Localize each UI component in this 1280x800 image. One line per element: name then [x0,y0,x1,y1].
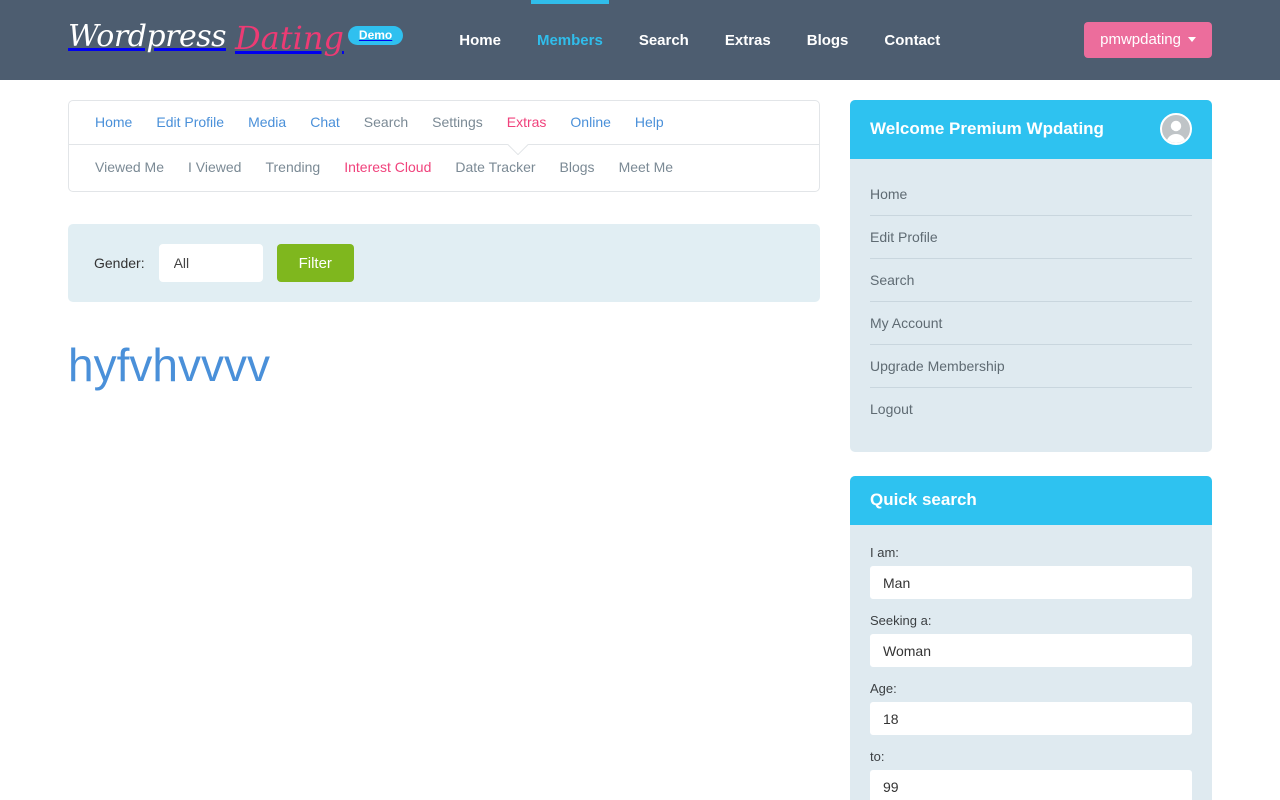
sidebar-item-my-account[interactable]: My Account [870,302,1192,344]
tab-online[interactable]: Online [558,111,622,133]
gender-select[interactable]: All [158,244,263,282]
nav-item-extras[interactable]: Extras [707,0,789,80]
subtab-blogs[interactable]: Blogs [548,156,607,178]
logo-dating-text: Dating [235,19,344,57]
quick-search-widget: Quick search I am: Man Seeking a: Woman … [850,476,1212,800]
main-content: Home Edit Profile Media Chat Search Sett… [68,100,820,393]
subtab-viewed-me[interactable]: Viewed Me [83,156,176,178]
page-body: Home Edit Profile Media Chat Search Sett… [0,80,1280,800]
interest-cloud: hyfvhvvvv [68,338,820,393]
sidebar-item-upgrade-membership[interactable]: Upgrade Membership [870,345,1192,387]
tab-extras[interactable]: Extras [495,111,559,133]
quick-search-i-am-label: I am: [870,545,899,560]
list-item: Search [870,259,1192,302]
gender-filter-label: Gender: [94,255,145,271]
nav-item-blogs[interactable]: Blogs [789,0,867,80]
active-tab-notch-icon [507,144,529,155]
subtab-interest-cloud[interactable]: Interest Cloud [332,156,443,178]
welcome-widget-header: Welcome Premium Wpdating [850,100,1212,159]
quick-search-widget-title: Quick search [870,490,977,509]
member-tab-panel: Home Edit Profile Media Chat Search Sett… [68,100,820,192]
tab-media[interactable]: Media [236,111,298,133]
interest-cloud-tag[interactable]: hyfvhvvvv [68,339,270,391]
user-account-menu-button[interactable]: pmwpdating [1084,22,1212,58]
nav-item-members[interactable]: Members [519,0,621,80]
chevron-down-icon [1188,37,1196,42]
list-item: Logout [870,388,1192,430]
quick-search-age-label: Age: [870,681,897,696]
site-logo[interactable]: Wordpress Dating Demo [68,19,404,57]
sidebar: Welcome Premium Wpdating Home Edit Profi… [850,100,1212,800]
welcome-widget: Welcome Premium Wpdating Home Edit Profi… [850,100,1212,452]
subtab-meet-me[interactable]: Meet Me [607,156,685,178]
sidebar-item-home[interactable]: Home [870,173,1192,215]
primary-tab-row: Home Edit Profile Media Chat Search Sett… [69,101,819,145]
logo-wordpress-text: Wordpress [68,19,227,54]
nav-item-search[interactable]: Search [621,0,707,80]
account-menu-list: Home Edit Profile Search My Account Upgr… [870,173,1192,430]
list-item: Edit Profile [870,216,1192,259]
gender-filter-bar: Gender: All Filter [68,224,820,302]
quick-search-widget-header: Quick search [850,476,1212,525]
list-item: Home [870,173,1192,216]
nav-item-home[interactable]: Home [441,0,519,80]
quick-search-widget-body: I am: Man Seeking a: Woman Age: 18 to: 9… [850,525,1212,800]
welcome-widget-body: Home Edit Profile Search My Account Upgr… [850,159,1212,452]
nav-item-contact[interactable]: Contact [866,0,958,80]
welcome-widget-title: Welcome Premium Wpdating [870,119,1104,138]
tab-settings[interactable]: Settings [420,111,495,133]
quick-search-i-am-select[interactable]: Man [870,566,1192,599]
site-header: Wordpress Dating Demo Home Members Searc… [0,0,1280,80]
subtab-date-tracker[interactable]: Date Tracker [443,156,547,178]
subtab-i-viewed[interactable]: I Viewed [176,156,253,178]
tab-home[interactable]: Home [83,111,144,133]
list-item: My Account [870,302,1192,345]
sidebar-item-edit-profile[interactable]: Edit Profile [870,216,1192,258]
tab-help[interactable]: Help [623,111,676,133]
quick-search-seeking-select[interactable]: Woman [870,634,1192,667]
sidebar-item-search[interactable]: Search [870,259,1192,301]
list-item: Upgrade Membership [870,345,1192,388]
tab-edit-profile[interactable]: Edit Profile [144,111,236,133]
demo-badge: Demo [347,26,404,45]
subtab-trending[interactable]: Trending [253,156,332,178]
quick-search-age-from-select[interactable]: 18 [870,702,1192,735]
user-avatar-icon [1160,113,1192,145]
quick-search-age-to-select[interactable]: 99 [870,770,1192,800]
secondary-tab-row: Viewed Me I Viewed Trending Interest Clo… [69,145,819,191]
tab-chat[interactable]: Chat [298,111,352,133]
sidebar-item-logout[interactable]: Logout [870,388,1192,430]
tab-search[interactable]: Search [352,111,420,133]
quick-search-age-to-label: to: [870,749,885,764]
user-account-label: pmwpdating [1100,31,1181,48]
quick-search-seeking-label: Seeking a: [870,613,932,628]
filter-button[interactable]: Filter [276,244,354,282]
main-navigation: Home Members Search Extras Blogs Contact [441,0,958,80]
